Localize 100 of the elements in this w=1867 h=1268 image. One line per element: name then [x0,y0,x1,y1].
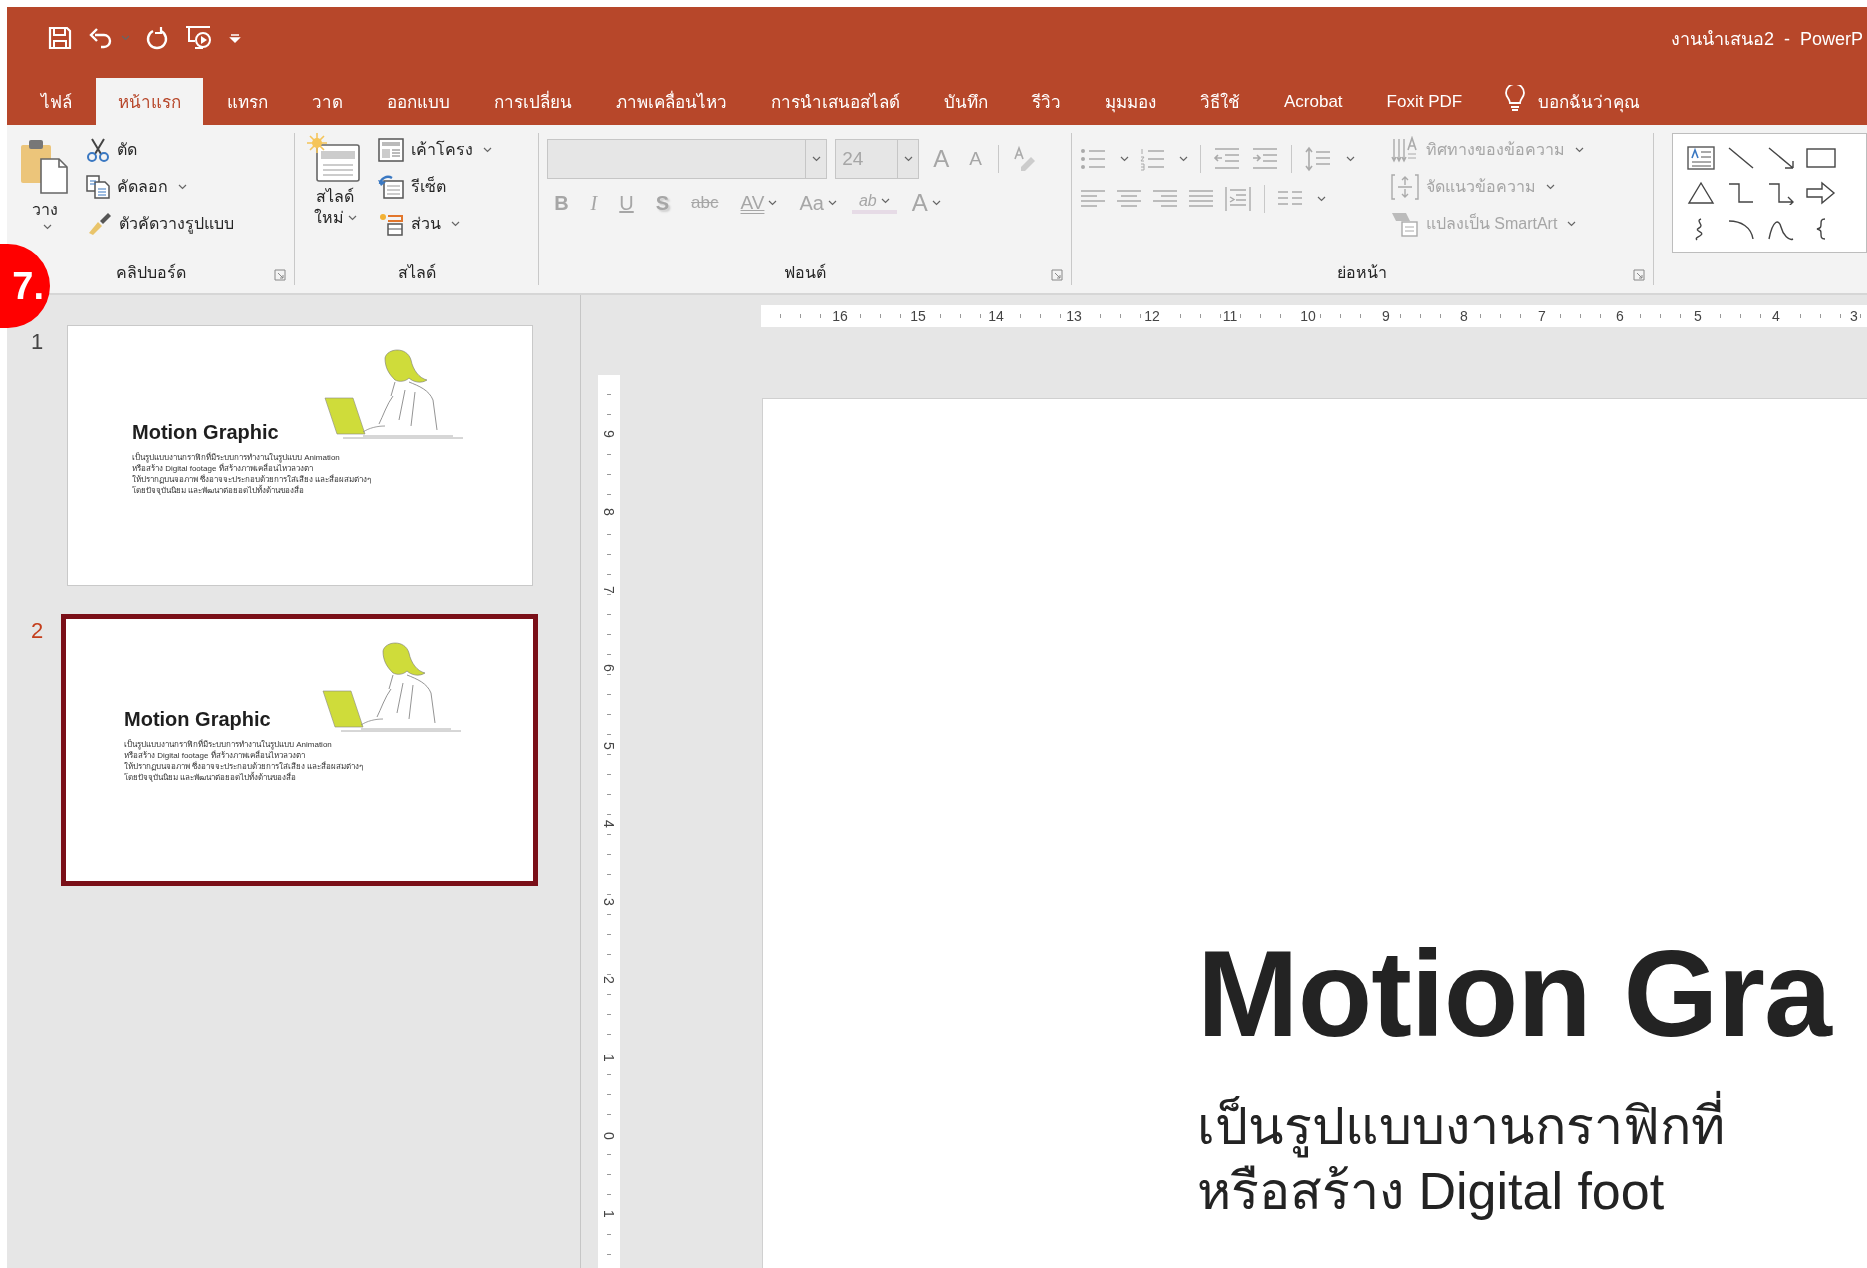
caret-icon [1345,156,1355,162]
new-slide-button[interactable]: สไลด์ ใหม่ [303,133,368,259]
save-icon[interactable] [47,25,73,51]
slide-number: 2 [29,617,45,644]
ribbon-tab[interactable]: ไฟล์ [21,78,92,125]
caret-icon [483,146,493,153]
caret-icon [768,200,778,206]
ribbon-tab[interactable]: การเปลี่ยน [474,78,592,125]
slide-option-button[interactable]: ส่วน [373,207,497,240]
arrow-icon[interactable] [1767,145,1796,170]
caret-icon [931,200,941,206]
triangle-icon[interactable] [1687,181,1716,205]
ruler-number: 6 [601,664,617,672]
ribbon-tab[interactable]: ภาพเคลื่อนไหว [596,78,747,125]
slide-title: Motion Graphic [132,421,280,444]
text-direction-icon [1389,135,1420,164]
copy-icon [85,173,111,200]
ribbon-tab[interactable]: รีวิว [1012,78,1081,125]
caret-icon [178,183,187,190]
group-label: ฟอนต์ [784,262,826,283]
caret-icon [1574,146,1584,153]
slide-body-text: เป็นรูปแบบงานกราฟิกที่มีระบบการทำงานในรูปแบบ Animation [132,452,341,463]
ruler-number: 11 [1220,308,1240,324]
ruler-number: 9 [1380,308,1392,324]
ruler-number: 2 [601,976,617,984]
rectangle-icon[interactable] [1806,145,1837,170]
undo-icon[interactable] [87,25,113,51]
ribbon-tab[interactable]: Acrobat [1264,78,1363,125]
dialog-launcher-icon[interactable] [274,269,287,281]
clipboard-button[interactable]: คัดลอก [81,170,238,203]
ruler-number: 3 [601,898,617,906]
group-label: สไลด์ [397,262,436,283]
paste-button[interactable]: วาง [15,133,75,234]
customize-toolbar-icon[interactable] [228,31,242,45]
ruler-number: 0 [601,1132,617,1140]
ruler-number: 12 [1142,308,1162,324]
ruler-number: 5 [601,742,617,750]
caret-icon [1567,220,1577,227]
ruler-number: 1 [601,1210,617,1218]
ruler-number: 13 [1064,308,1084,324]
dialog-launcher-icon[interactable] [1633,269,1646,281]
slide-title[interactable]: Motion Gra [1197,924,1867,1065]
align-text-icon [1389,172,1420,201]
ruler-number: 16 [830,308,850,324]
lightbulb-icon[interactable] [1504,85,1527,113]
slide-option-button[interactable]: เค้าโครง [373,133,497,166]
ribbon-tab[interactable]: วิธีใช้ [1180,78,1260,125]
group-label: ย่อหน้า [1337,262,1388,283]
ruler-number: 15 [908,308,928,324]
redo-icon[interactable] [144,25,170,51]
clipboard-button[interactable]: ตัวคัดวางรูปแบบ [81,207,238,240]
ribbon-tab[interactable]: ออกแบบ [367,78,470,125]
ribbon-tab[interactable]: Foxit PDF [1366,78,1483,125]
ribbon-tab[interactable]: การนำเสนอสไลด์ [751,78,920,125]
caret-icon [451,220,461,227]
caret-icon [827,200,837,206]
block-arrow-icon[interactable] [1806,181,1837,205]
ruler-number: 14 [986,308,1006,324]
caret-icon [880,198,890,204]
text-box-icon[interactable] [1687,145,1716,170]
slide-body-text: โดยปัจจุบันนิยม และพัฒนาต่อยอดไปทั้งด้านของสื่อ [124,772,298,783]
dialog-launcher-icon[interactable] [1050,269,1063,281]
slide-body-text[interactable]: หรือสร้าง Digital foot [1197,1159,1867,1225]
tell-me-search[interactable]: บอกฉันว่าคุณ [1538,78,1641,125]
slide-body-text: เป็นรูปแบบงานกราฟิกที่มีระบบการทำงานในรูปแบบ Animation [124,739,333,750]
caret-icon [347,215,357,222]
elbow-arrow-icon[interactable] [1767,181,1796,205]
slideshow-icon[interactable] [184,24,214,52]
elbow-connector-icon[interactable] [1727,181,1756,205]
slide-body-text: ให้ปรากฏบนจอภาพ ซึ่งอาจจะประกอบด้วยการใส่เสียง และสื่อผสมต่างๆ [124,761,364,772]
slide-body-text: หรือสร้าง Digital footage ที่สร้างภาพเคลื่อนไหวลวงตา [132,463,372,474]
ruler-number: 9 [601,430,617,438]
ruler-number: 8 [1458,308,1470,324]
slide-number: 1 [29,328,45,355]
scissors-icon [85,136,111,163]
clipboard-button[interactable]: ตัด [81,133,238,166]
caret-icon [1545,183,1555,190]
slide-body-text: หรือสร้าง Digital footage ที่สร้างภาพเคลื่อนไหวลวงตา [124,750,364,761]
slide-option-button[interactable]: รีเซ็ต [373,170,497,203]
ruler-number: 8 [601,508,617,516]
layout-icon [377,136,406,163]
ruler-number: 3 [1848,308,1860,324]
ribbon-tab[interactable]: แทรก [207,78,288,125]
ribbon-tab[interactable]: มุมมอง [1085,78,1176,125]
slide-title: Motion Graphic [124,708,272,731]
window-title: งานนำเสนอ2 - PowerP [1670,27,1864,51]
caret-icon [903,156,913,162]
ribbon-tab[interactable]: หน้าแรก [96,78,203,125]
slide-thumbnail[interactable] [61,614,538,886]
slide-body-text: โดยปัจจุบันนิยม และพัฒนาต่อยอดไปทั้งด้านของสื่อ [132,485,306,496]
caret-icon [42,224,52,230]
ribbon-tab[interactable]: บันทึก [924,78,1008,125]
ruler-number: 10 [1298,308,1318,324]
line-icon[interactable] [1727,145,1756,170]
ruler-number: 4 [1770,308,1782,324]
ribbon-tab[interactable]: วาด [292,78,363,125]
reset-icon [377,173,406,200]
ruler-number: 5 [1692,308,1704,324]
ruler-number: 6 [1614,308,1626,324]
caret-icon [1316,196,1326,202]
